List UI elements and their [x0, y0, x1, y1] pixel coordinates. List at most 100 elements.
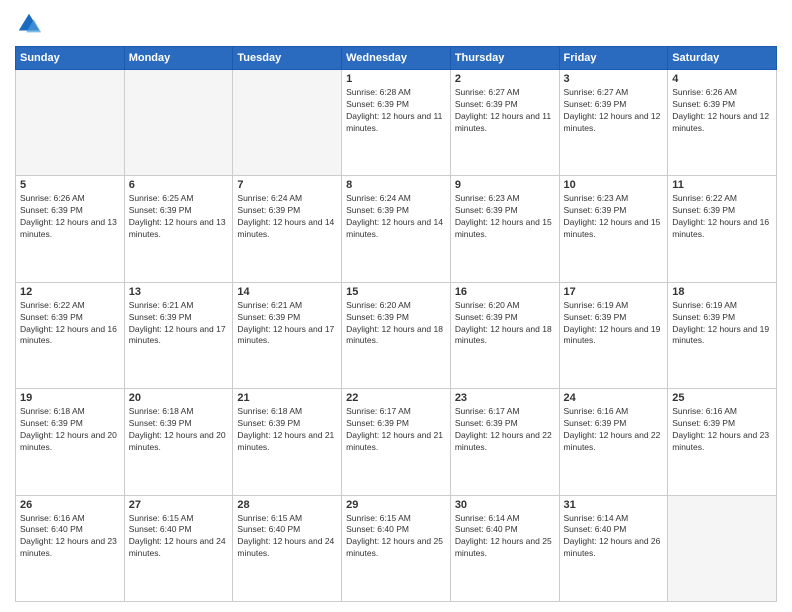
calendar-cell: 10 Sunrise: 6:23 AM Sunset: 6:39 PM Dayli…: [559, 176, 668, 282]
calendar-cell: 11Sunrise: 6:22 AM Sunset: 6:39 PM Dayli…: [668, 176, 777, 282]
day-info: Sunrise: 6:18 AM Sunset: 6:39 PM Dayligh…: [237, 406, 337, 454]
calendar-cell: 1 Sunrise: 6:28 AM Sunset: 6:39 PM Daylig…: [342, 70, 451, 176]
day-info: Sunrise: 6:15 AM Sunset: 6:40 PM Dayligh…: [129, 513, 229, 561]
calendar-cell: 22 Sunrise: 6:17 AM Sunset: 6:39 PM Dayli…: [342, 389, 451, 495]
day-info: Sunrise: 6:19 AM Sunset: 6:39 PM Dayligh…: [564, 300, 664, 348]
day-info: Sunrise: 6:18 AM Sunset: 6:39 PM Dayligh…: [20, 406, 120, 454]
day-info: Sunrise: 6:20 AM Sunset: 6:39 PM Dayligh…: [346, 300, 446, 348]
day-info: Sunrise: 6:17 AM Sunset: 6:39 PM Dayligh…: [455, 406, 555, 454]
calendar-day-header: Sunday: [16, 47, 125, 70]
day-number: 17: [564, 286, 664, 298]
day-number: 16: [455, 286, 555, 298]
calendar-day-header: Thursday: [450, 47, 559, 70]
calendar-week-row: 19 Sunrise: 6:18 AM Sunset: 6:39 PM Dayli…: [16, 389, 777, 495]
day-number: 19: [20, 392, 120, 404]
logo: [15, 10, 45, 38]
day-number: 2: [455, 73, 555, 85]
day-info: Sunrise: 6:17 AM Sunset: 6:39 PM Dayligh…: [346, 406, 446, 454]
day-info: Sunrise: 6:22 AM Sunset: 6:39 PM Dayligh…: [20, 300, 120, 348]
calendar-cell: 17 Sunrise: 6:19 AM Sunset: 6:39 PM Dayli…: [559, 282, 668, 388]
calendar-cell: 8 Sunrise: 6:24 AM Sunset: 6:39 PM Daylig…: [342, 176, 451, 282]
day-number: 28: [237, 499, 337, 511]
day-info: Sunrise: 6:26 AM Sunset: 6:39 PM Dayligh…: [672, 87, 772, 135]
day-info: Sunrise: 6:21 AM Sunset: 6:39 PM Dayligh…: [129, 300, 229, 348]
day-number: 20: [129, 392, 229, 404]
calendar-cell: 5 Sunrise: 6:26 AM Sunset: 6:39 PM Daylig…: [16, 176, 125, 282]
calendar-day-header: Wednesday: [342, 47, 451, 70]
day-number: 26: [20, 499, 120, 511]
calendar-cell: 2 Sunrise: 6:27 AM Sunset: 6:39 PM Daylig…: [450, 70, 559, 176]
calendar-week-row: 1 Sunrise: 6:28 AM Sunset: 6:39 PM Daylig…: [16, 70, 777, 176]
calendar-cell: 6Sunrise: 6:25 AM Sunset: 6:39 PM Daylig…: [124, 176, 233, 282]
day-info: Sunrise: 6:21 AM Sunset: 6:39 PM Dayligh…: [237, 300, 337, 348]
day-number: 22: [346, 392, 446, 404]
day-number: 30: [455, 499, 555, 511]
calendar-cell: 12 Sunrise: 6:22 AM Sunset: 6:39 PM Dayli…: [16, 282, 125, 388]
day-info: Sunrise: 6:15 AM Sunset: 6:40 PM Dayligh…: [237, 513, 337, 561]
calendar-cell: 26 Sunrise: 6:16 AM Sunset: 6:40 PM Dayli…: [16, 495, 125, 601]
header: [15, 10, 777, 38]
calendar-cell: 24Sunrise: 6:16 AM Sunset: 6:39 PM Dayli…: [559, 389, 668, 495]
day-info: Sunrise: 6:16 AM Sunset: 6:39 PM Dayligh…: [672, 406, 772, 454]
calendar-cell: 30 Sunrise: 6:14 AM Sunset: 6:40 PM Dayli…: [450, 495, 559, 601]
day-number: 18: [672, 286, 772, 298]
day-number: 29: [346, 499, 446, 511]
day-info: Sunrise: 6:24 AM Sunset: 6:39 PM Dayligh…: [237, 193, 337, 241]
day-number: 8: [346, 179, 446, 191]
calendar-cell: 18 Sunrise: 6:19 AM Sunset: 6:39 PM Dayli…: [668, 282, 777, 388]
day-number: 13: [129, 286, 229, 298]
calendar-cell: 16 Sunrise: 6:20 AM Sunset: 6:39 PM Dayli…: [450, 282, 559, 388]
calendar-cell: 19 Sunrise: 6:18 AM Sunset: 6:39 PM Dayli…: [16, 389, 125, 495]
day-number: 24: [564, 392, 664, 404]
day-number: 6: [129, 179, 229, 191]
calendar-cell: 9Sunrise: 6:23 AM Sunset: 6:39 PM Daylig…: [450, 176, 559, 282]
calendar-week-row: 12 Sunrise: 6:22 AM Sunset: 6:39 PM Dayli…: [16, 282, 777, 388]
day-number: 7: [237, 179, 337, 191]
day-number: 4: [672, 73, 772, 85]
day-info: Sunrise: 6:14 AM Sunset: 6:40 PM Dayligh…: [455, 513, 555, 561]
day-number: 21: [237, 392, 337, 404]
day-number: 10: [564, 179, 664, 191]
day-info: Sunrise: 6:26 AM Sunset: 6:39 PM Dayligh…: [20, 193, 120, 241]
calendar-cell: 31Sunrise: 6:14 AM Sunset: 6:40 PM Dayli…: [559, 495, 668, 601]
calendar-header-row: SundayMondayTuesdayWednesdayThursdayFrid…: [16, 47, 777, 70]
day-info: Sunrise: 6:24 AM Sunset: 6:39 PM Dayligh…: [346, 193, 446, 241]
calendar-cell: 29 Sunrise: 6:15 AM Sunset: 6:40 PM Dayli…: [342, 495, 451, 601]
calendar-week-row: 5 Sunrise: 6:26 AM Sunset: 6:39 PM Daylig…: [16, 176, 777, 282]
day-number: 14: [237, 286, 337, 298]
calendar-day-header: Monday: [124, 47, 233, 70]
logo-icon: [15, 10, 43, 38]
calendar-cell: [668, 495, 777, 601]
day-info: Sunrise: 6:28 AM Sunset: 6:39 PM Dayligh…: [346, 87, 446, 135]
calendar-cell: 14 Sunrise: 6:21 AM Sunset: 6:39 PM Dayli…: [233, 282, 342, 388]
day-number: 5: [20, 179, 120, 191]
calendar-cell: 27Sunrise: 6:15 AM Sunset: 6:40 PM Dayli…: [124, 495, 233, 601]
day-info: Sunrise: 6:20 AM Sunset: 6:39 PM Dayligh…: [455, 300, 555, 348]
calendar-cell: 25 Sunrise: 6:16 AM Sunset: 6:39 PM Dayli…: [668, 389, 777, 495]
day-info: Sunrise: 6:27 AM Sunset: 6:39 PM Dayligh…: [564, 87, 664, 135]
day-info: Sunrise: 6:19 AM Sunset: 6:39 PM Dayligh…: [672, 300, 772, 348]
calendar-day-header: Tuesday: [233, 47, 342, 70]
calendar-cell: 15Sunrise: 6:20 AM Sunset: 6:39 PM Dayli…: [342, 282, 451, 388]
day-number: 31: [564, 499, 664, 511]
calendar-cell: 20 Sunrise: 6:18 AM Sunset: 6:39 PM Dayli…: [124, 389, 233, 495]
day-number: 12: [20, 286, 120, 298]
day-info: Sunrise: 6:16 AM Sunset: 6:40 PM Dayligh…: [20, 513, 120, 561]
calendar-cell: [233, 70, 342, 176]
day-info: Sunrise: 6:18 AM Sunset: 6:39 PM Dayligh…: [129, 406, 229, 454]
calendar-day-header: Friday: [559, 47, 668, 70]
day-info: Sunrise: 6:23 AM Sunset: 6:39 PM Dayligh…: [564, 193, 664, 241]
calendar-cell: 4 Sunrise: 6:26 AM Sunset: 6:39 PM Daylig…: [668, 70, 777, 176]
day-number: 25: [672, 392, 772, 404]
page: SundayMondayTuesdayWednesdayThursdayFrid…: [0, 0, 792, 612]
day-info: Sunrise: 6:27 AM Sunset: 6:39 PM Dayligh…: [455, 87, 555, 135]
calendar-cell: 23Sunrise: 6:17 AM Sunset: 6:39 PM Dayli…: [450, 389, 559, 495]
calendar-cell: [124, 70, 233, 176]
calendar-cell: 7 Sunrise: 6:24 AM Sunset: 6:39 PM Daylig…: [233, 176, 342, 282]
day-number: 11: [672, 179, 772, 191]
calendar-cell: 13 Sunrise: 6:21 AM Sunset: 6:39 PM Dayli…: [124, 282, 233, 388]
calendar-cell: 21 Sunrise: 6:18 AM Sunset: 6:39 PM Dayli…: [233, 389, 342, 495]
calendar-cell: 28 Sunrise: 6:15 AM Sunset: 6:40 PM Dayli…: [233, 495, 342, 601]
day-number: 1: [346, 73, 446, 85]
day-info: Sunrise: 6:15 AM Sunset: 6:40 PM Dayligh…: [346, 513, 446, 561]
